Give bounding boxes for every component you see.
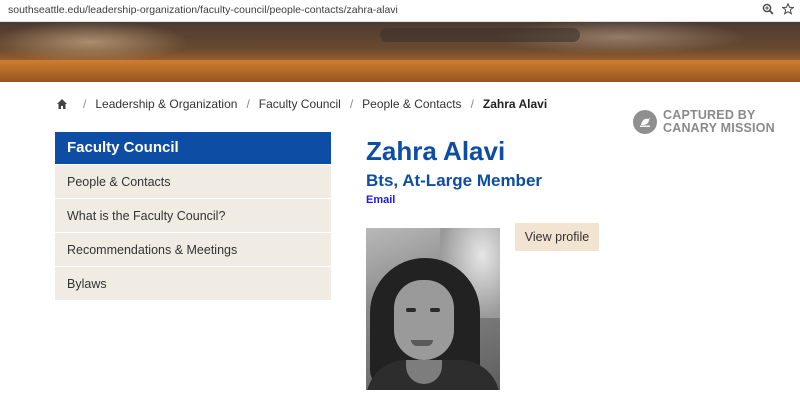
- home-icon[interactable]: [56, 98, 68, 110]
- breadcrumb-item-people-contacts[interactable]: People & Contacts: [362, 97, 461, 111]
- watermark-line-2: CANARY MISSION: [663, 121, 775, 135]
- sidebar-item-bylaws[interactable]: Bylaws: [55, 266, 331, 300]
- breadcrumb-item-faculty-council[interactable]: Faculty Council: [259, 97, 341, 111]
- sidebar-nav: Faculty Council People & Contacts What i…: [55, 132, 331, 300]
- hero-banner-image: [0, 22, 800, 82]
- star-icon[interactable]: [781, 2, 795, 17]
- view-profile-button[interactable]: View profile: [515, 223, 599, 251]
- breadcrumb: / Leadership & Organization / Faculty Co…: [56, 96, 547, 112]
- breadcrumb-separator: /: [349, 97, 354, 111]
- zoom-icon[interactable]: [761, 3, 775, 17]
- browser-url-bar[interactable]: southseattle.edu/leadership-organization…: [0, 0, 800, 22]
- sidebar-item-recommendations-meetings[interactable]: Recommendations & Meetings: [55, 232, 331, 266]
- breadcrumb-separator: /: [246, 97, 250, 111]
- breadcrumb-separator: /: [83, 97, 87, 111]
- profile-role: Bts, At-Large Member: [366, 171, 543, 190]
- breadcrumb-separator: /: [470, 97, 474, 111]
- sidebar-item-what-is-faculty-council[interactable]: What is the Faculty Council?: [55, 198, 331, 232]
- sidebar-item-people-contacts[interactable]: People & Contacts: [55, 164, 331, 198]
- canary-mission-watermark: CAPTURED BY CANARY MISSION: [633, 107, 793, 137]
- url-text[interactable]: southseattle.edu/leadership-organization…: [8, 4, 398, 16]
- profile-name: Zahra Alavi: [366, 136, 506, 166]
- profile-photo: [366, 228, 500, 390]
- breadcrumb-current: Zahra Alavi: [482, 97, 548, 111]
- breadcrumb-item-leadership[interactable]: Leadership & Organization: [95, 97, 237, 111]
- sidebar-title[interactable]: Faculty Council: [55, 132, 331, 164]
- email-link[interactable]: Email: [366, 194, 395, 206]
- canary-bird-icon: [633, 110, 657, 134]
